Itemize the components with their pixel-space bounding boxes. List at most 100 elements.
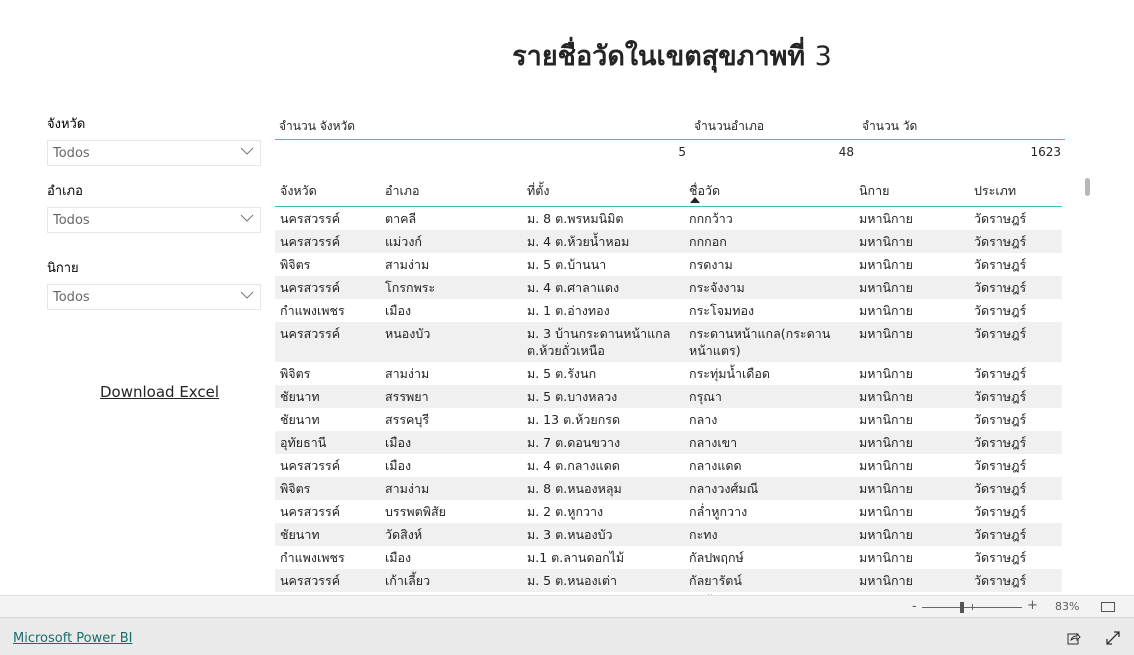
table-cell: มหานิกาย xyxy=(859,326,913,341)
table-row[interactable]: นครสวรรค์ บรรพตพิสัย ม. 2 ต.หูกวาง กล่ำหูกว… xyxy=(275,500,1062,523)
column-header[interactable]: อำเภอ xyxy=(380,176,522,206)
download-excel-link[interactable]: Download Excel xyxy=(100,383,219,401)
table-cell: วัดสิงห์ xyxy=(385,527,423,542)
table-cell: นครสวรรค์ xyxy=(280,573,341,588)
table-cell: ตาคลี xyxy=(385,211,417,226)
table-row[interactable]: นครสวรรค์ เก้าเลี้ยว ม. 5 ต.หนองเต่า กัลยาร… xyxy=(275,569,1062,592)
table-cell: ม. 2 ต.หูกวาง xyxy=(527,504,604,519)
table-cell: มหานิกาย xyxy=(859,280,913,295)
temple-table: จังหวัด อำเภอ ที่ตั้ง ชื่อวัด นิกาย ประเภท นค… xyxy=(275,176,1062,615)
table-row[interactable]: นครสวรรค์ โกรกพระ ม. 4 ต.ศาลาแดง กระจังงาม ม… xyxy=(275,276,1062,299)
fullscreen-icon[interactable] xyxy=(1106,631,1120,645)
table-cell: กระทุ่มน้ำเดือด xyxy=(689,366,771,381)
table-row[interactable]: นครสวรรค์ ตาคลี ม. 8 ต.พรหมนิมิต กกกว้าว มหา… xyxy=(275,207,1062,230)
table-row[interactable]: พิจิตร สามง่าม ม. 5 ต.รังนก กระทุ่มน้ำเดือด… xyxy=(275,362,1062,385)
table-cell: กะทง xyxy=(689,527,718,542)
chevron-down-icon xyxy=(240,214,254,222)
column-header[interactable]: จังหวัด xyxy=(275,176,380,206)
table-cell: วัดราษฎร์ xyxy=(974,257,1027,272)
table-row[interactable]: นครสวรรค์ แม่วงก์ ม. 4 ต.ห้วยน้ำหอม กกกอก มห… xyxy=(275,230,1062,253)
table-row[interactable]: กำแพงเพชร เมือง ม. 1 ต.อ่างทอง กระโจมทอง มหา… xyxy=(275,299,1062,322)
table-cell: วัดราษฎร์ xyxy=(974,412,1027,427)
table-row[interactable]: กำแพงเพชร เมือง ม.1 ต.ลานดอกไม้ กัลปพฤกษ์ มห… xyxy=(275,546,1062,569)
table-cell: ม. 1 ต.อ่างทอง xyxy=(527,303,610,318)
table-cell: นครสวรรค์ xyxy=(280,211,341,226)
table-row[interactable]: ชัยนาท สรรคบุรี ม. 13 ต.ห้วยกรด กลาง มหานิกา… xyxy=(275,408,1062,431)
table-cell: ม. 5 ต.รังนก xyxy=(527,366,597,381)
table-cell: มหานิกาย xyxy=(859,504,913,519)
table-cell: นครสวรรค์ xyxy=(280,234,341,249)
table-cell: เมือง xyxy=(385,303,412,318)
zoom-in-button[interactable]: + xyxy=(1027,598,1038,613)
table-cell: มหานิกาย xyxy=(859,303,913,318)
table-row[interactable]: พิจิตร สามง่าม ม. 8 ต.หนองหลุม กลางวงศ์มณี ม… xyxy=(275,477,1062,500)
table-cell: วัดราษฎร์ xyxy=(974,481,1027,496)
table-cell: วัดราษฎร์ xyxy=(974,303,1027,318)
page-title: รายชื่อวัดในเขตสุขภาพที่ 3 xyxy=(0,34,1134,77)
sort-ascending-icon xyxy=(690,197,700,203)
table-row[interactable]: พิจิตร สามง่าม ม. 5 ต.บ้านนา กรดงาม มหานิกาย… xyxy=(275,253,1062,276)
table-cell: เมือง xyxy=(385,435,412,450)
table-cell: วัดราษฎร์ xyxy=(974,435,1027,450)
table-cell: มหานิกาย xyxy=(859,412,913,427)
table-cell: ชัยนาท xyxy=(280,412,320,427)
table-cell: นครสวรรค์ xyxy=(280,458,341,473)
table-cell: มหานิกาย xyxy=(859,550,913,565)
table-scrollbar[interactable] xyxy=(1085,178,1090,196)
table-row[interactable]: นครสวรรค์ หนองบัว ม. 3 บ้านกระดานหน้าแกล ต… xyxy=(275,322,1062,362)
power-bi-link[interactable]: Microsoft Power BI xyxy=(13,631,132,646)
table-cell: ม. 3 ต.หนองบัว xyxy=(527,527,613,542)
table-cell: มหานิกาย xyxy=(859,527,913,542)
table-cell: กัลปพฤกษ์ xyxy=(689,550,744,565)
dropdown-value: Todos xyxy=(53,146,90,161)
table-cell: วัดราษฎร์ xyxy=(974,550,1027,565)
table-cell: มหานิกาย xyxy=(859,458,913,473)
table-cell: วัดราษฎร์ xyxy=(974,389,1027,404)
dropdown-value: Todos xyxy=(53,213,90,228)
table-cell: มหานิกาย xyxy=(859,435,913,450)
zoom-slider-thumb[interactable] xyxy=(960,602,964,613)
table-cell: ม. 13 ต.ห้วยกรด xyxy=(527,412,621,427)
table-cell: กัลยารัตน์ xyxy=(689,573,742,588)
sect-dropdown[interactable]: Todos xyxy=(47,284,261,310)
zoom-tick xyxy=(972,604,973,610)
table-cell: วัดราษฎร์ xyxy=(974,326,1027,341)
table-cell: ม. 4 ต.ห้วยน้ำหอม xyxy=(527,234,630,249)
table-cell: หนองบัว xyxy=(385,326,431,341)
column-header[interactable]: ที่ตั้ง xyxy=(522,176,684,206)
table-cell: ชัยนาท xyxy=(280,527,320,542)
slicer-province: จังหวัด Todos xyxy=(47,113,261,166)
title-number: 3 xyxy=(814,41,832,72)
share-icon[interactable] xyxy=(1067,631,1081,645)
table-cell: กลางแดด xyxy=(689,458,742,473)
table-row[interactable]: ชัยนาท วัดสิงห์ ม. 3 ต.หนองบัว กะทง มหานิกาย… xyxy=(275,523,1062,546)
table-cell: นครสวรรค์ xyxy=(280,326,341,341)
summary-header-districts: จำนวนอำเภอ xyxy=(694,119,765,133)
column-header[interactable]: นิกาย xyxy=(854,176,969,206)
province-dropdown[interactable]: Todos xyxy=(47,140,261,166)
table-cell: เมือง xyxy=(385,550,412,565)
table-cell: กระจังงาม xyxy=(689,280,745,295)
table-cell: ม. 5 ต.หนองเต่า xyxy=(527,573,618,588)
table-row[interactable]: อุทัยธานี เมือง ม. 7 ต.ดอนขวาง กลางเขา มหานิ… xyxy=(275,431,1062,454)
table-cell: วัดราษฎร์ xyxy=(974,234,1027,249)
fit-to-page-icon[interactable] xyxy=(1101,602,1115,612)
table-cell: พิจิตร xyxy=(280,366,311,381)
slicer-label: นิกาย xyxy=(47,261,79,276)
table-cell: วัดราษฎร์ xyxy=(974,573,1027,588)
column-header[interactable]: ชื่อวัด xyxy=(684,176,854,206)
table-cell: ม. 7 ต.ดอนขวาง xyxy=(527,435,621,450)
table-cell: สามง่าม xyxy=(385,257,430,272)
table-row[interactable]: ชัยนาท สรรพยา ม. 5 ต.บางหลวง กรุณา มหานิกาย ว… xyxy=(275,385,1062,408)
table-cell: วัดราษฎร์ xyxy=(974,504,1027,519)
table-cell: กระโจมทอง xyxy=(689,303,755,318)
zoom-out-button[interactable]: - xyxy=(912,599,917,614)
district-dropdown[interactable]: Todos xyxy=(47,207,261,233)
table-cell: มหานิกาย xyxy=(859,389,913,404)
table-row[interactable]: นครสวรรค์ เมือง ม. 4 ต.กลางแดด กลางแดด มหานิ… xyxy=(275,454,1062,477)
summary-value-districts: 48 xyxy=(838,145,854,159)
column-header[interactable]: ประเภท xyxy=(969,176,1062,206)
slicer-sect: นิกาย Todos xyxy=(47,257,261,310)
table-cell: กระดานหน้าแกล(กระดาน หน้าแตร) xyxy=(689,326,831,358)
table-cell: อุทัยธานี xyxy=(280,435,327,450)
